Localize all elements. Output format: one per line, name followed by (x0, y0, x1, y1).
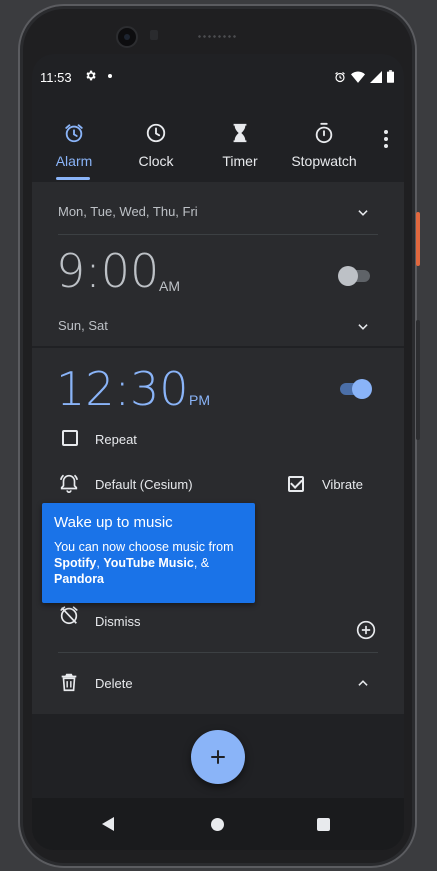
alarm-off-icon (60, 606, 78, 625)
tab-clock[interactable]: Clock (114, 118, 198, 180)
hourglass-icon (233, 123, 247, 143)
clock-icon (146, 123, 166, 143)
status-icons (334, 70, 394, 83)
alarm-1-time[interactable]: 9:00 (56, 244, 159, 298)
volume-button (416, 320, 420, 440)
alarm-1-ampm: AM (159, 278, 180, 294)
repeat-label: Repeat (95, 432, 137, 447)
tab-stopwatch[interactable]: Stopwatch (282, 118, 366, 180)
divider (58, 234, 378, 235)
bell-icon[interactable] (58, 472, 80, 494)
home-icon[interactable] (211, 818, 224, 831)
tooltip-body: You can now choose music from Spotify, Y… (54, 539, 243, 587)
chevron-down-icon[interactable] (356, 320, 370, 334)
screen: 11:53 Alarm Clock Timer Stopwatch Mon, T… (32, 54, 404, 850)
back-icon[interactable] (102, 817, 114, 831)
settings-gear-icon (86, 70, 96, 81)
tooltip-separator: , & (193, 556, 210, 570)
alarm-2-ampm: PM (189, 392, 210, 408)
alarm-icon (65, 124, 83, 143)
tooltip-body-prefix: You can now choose music from (54, 540, 234, 554)
alarm-2-days: Sun, Sat (58, 318, 108, 333)
tooltip-youtube-music: YouTube Music (103, 556, 194, 570)
repeat-checkbox[interactable] (62, 430, 78, 446)
tooltip-title: Wake up to music (54, 514, 173, 531)
wake-up-to-music-tooltip[interactable]: Wake up to music You can now choose musi… (42, 503, 255, 603)
alarm-status-icon (335, 71, 345, 82)
more-options-icon[interactable] (382, 130, 390, 152)
chevron-up-icon[interactable] (356, 676, 370, 690)
camera-sensor (150, 30, 158, 40)
active-tab-indicator (56, 177, 90, 180)
chevron-down-icon[interactable] (356, 206, 370, 220)
power-button (416, 212, 420, 266)
ringtone-label[interactable]: Default (Cesium) (95, 477, 193, 492)
plus-icon (211, 750, 225, 764)
tab-bar: Alarm Clock Timer Stopwatch (32, 118, 404, 180)
trash-icon[interactable] (58, 671, 80, 693)
tooltip-spotify: Spotify (54, 556, 97, 570)
add-circle-icon[interactable] (356, 620, 376, 640)
tab-timer[interactable]: Timer (198, 118, 282, 180)
recents-icon[interactable] (317, 818, 330, 831)
alarm-card-1[interactable]: Mon, Tue, Wed, Thu, Fri 9:00 AM Sun, Sat (32, 182, 404, 346)
vibrate-checkbox[interactable] (288, 476, 304, 492)
divider (58, 652, 378, 653)
tab-clock-label: Clock (138, 153, 174, 169)
notification-dot-icon (108, 74, 112, 78)
alarm-1-toggle[interactable] (338, 264, 372, 286)
tab-alarm-label: Alarm (55, 153, 93, 169)
tooltip-pandora: Pandora (54, 572, 105, 586)
earpiece-speaker (197, 34, 237, 39)
status-time: 11:53 (40, 70, 72, 85)
stopwatch-icon (315, 122, 333, 144)
dismiss-label[interactable]: Dismiss (95, 614, 141, 629)
vibrate-label: Vibrate (322, 477, 363, 492)
tab-stopwatch-label: Stopwatch (291, 153, 357, 169)
add-alarm-button[interactable] (191, 730, 245, 784)
tab-alarm[interactable]: Alarm (32, 118, 116, 180)
battery-icon (387, 70, 394, 83)
front-camera (116, 26, 138, 48)
delete-label[interactable]: Delete (95, 676, 133, 691)
navigation-bar (32, 798, 404, 850)
status-bar: 11:53 (32, 54, 404, 100)
signal-icon (370, 70, 382, 83)
alarm-2-toggle[interactable] (338, 377, 372, 399)
tab-timer-label: Timer (222, 153, 258, 169)
wifi-icon (351, 70, 365, 83)
alarm-2-time[interactable]: 12:30 (56, 362, 189, 416)
alarm-1-days: Mon, Tue, Wed, Thu, Fri (58, 204, 198, 219)
